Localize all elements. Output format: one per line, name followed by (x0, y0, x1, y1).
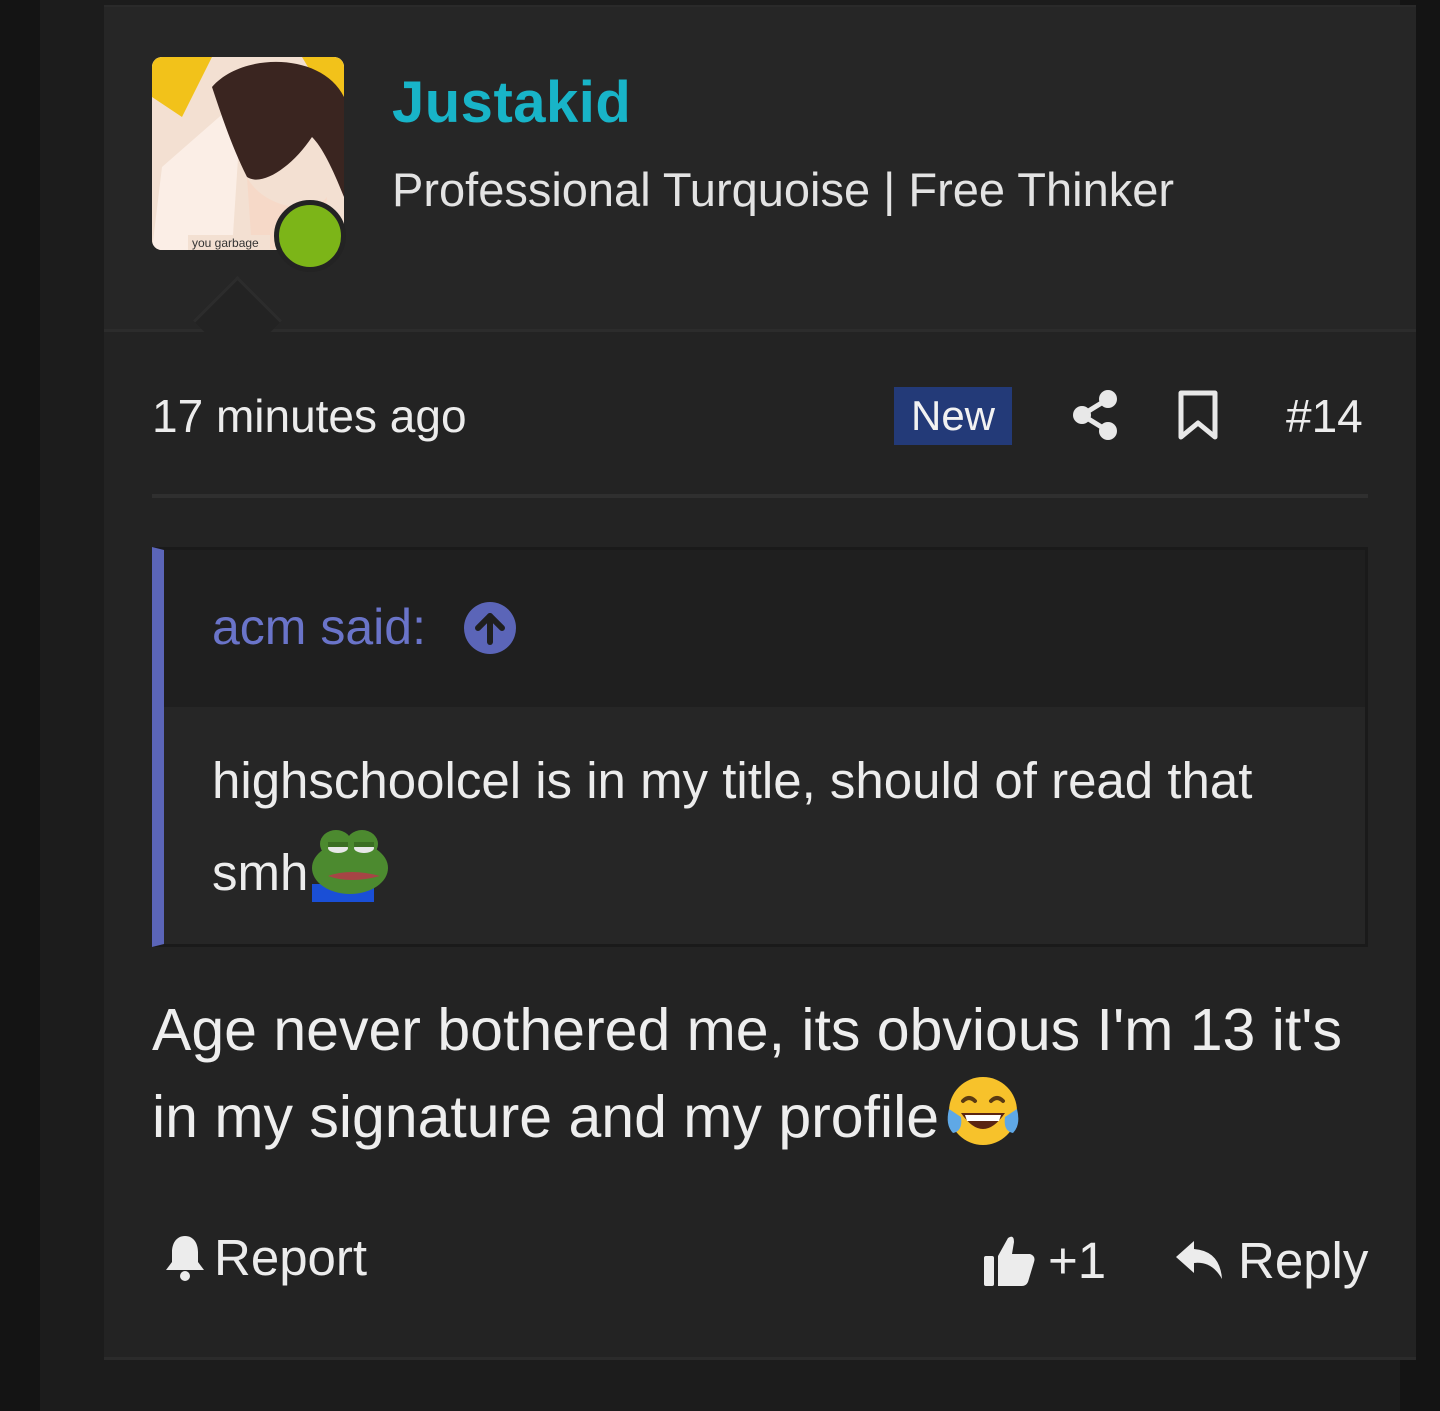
share-icon (1073, 390, 1117, 440)
reply-button[interactable]: Reply (1174, 1225, 1368, 1295)
post-timestamp[interactable]: 17 minutes ago (152, 389, 467, 443)
quote-header[interactable]: acm said: (164, 550, 1365, 707)
meta-divider (152, 494, 1368, 498)
quote-body: highschoolcel is in my title, should of … (212, 738, 1322, 916)
avatar-caption: you garbage (192, 236, 259, 250)
quote-jump-button[interactable] (464, 602, 516, 654)
like-button[interactable]: +1 (982, 1225, 1106, 1295)
thumbs-up-icon (984, 1236, 1035, 1286)
forum-post: you garbage Justakid Professional Turquo… (104, 5, 1416, 1360)
online-status-dot (274, 200, 346, 272)
new-badge: New (894, 387, 1012, 445)
report-label: Report (214, 1228, 368, 1286)
post-meta: 17 minutes ago New #14 (152, 379, 1368, 459)
username[interactable]: Justakid (392, 69, 631, 136)
user-header: you garbage Justakid Professional Turquo… (104, 7, 1416, 366)
bookmark-button[interactable] (1176, 389, 1220, 443)
report-button[interactable]: Report (164, 1222, 367, 1292)
post-message: Age never bothered me, its obvious I'm 1… (152, 987, 1382, 1161)
bookmark-icon (1178, 390, 1218, 440)
user-title: Professional Turquoise | Free Thinker (392, 163, 1174, 216)
arrow-up-icon (475, 613, 505, 645)
reply-label: Reply (1238, 1231, 1369, 1289)
pepe-sad-emoji (310, 824, 390, 904)
bell-icon (166, 1236, 204, 1281)
reply-arrow-icon (1176, 1241, 1222, 1279)
post-number-link[interactable]: #14 (1286, 389, 1363, 443)
like-count: +1 (1048, 1231, 1107, 1289)
quote-author[interactable]: acm said: (212, 598, 426, 656)
laughing-crying-emoji (945, 1075, 1021, 1151)
header-notch (192, 275, 283, 366)
page-background: you garbage Justakid Professional Turquo… (40, 0, 1416, 1411)
message-text: Age never bothered me, its obvious I'm 1… (152, 997, 1343, 1150)
quote-block: acm said: highschoolcel is in my title, … (152, 547, 1368, 947)
share-button[interactable] (1070, 389, 1120, 441)
